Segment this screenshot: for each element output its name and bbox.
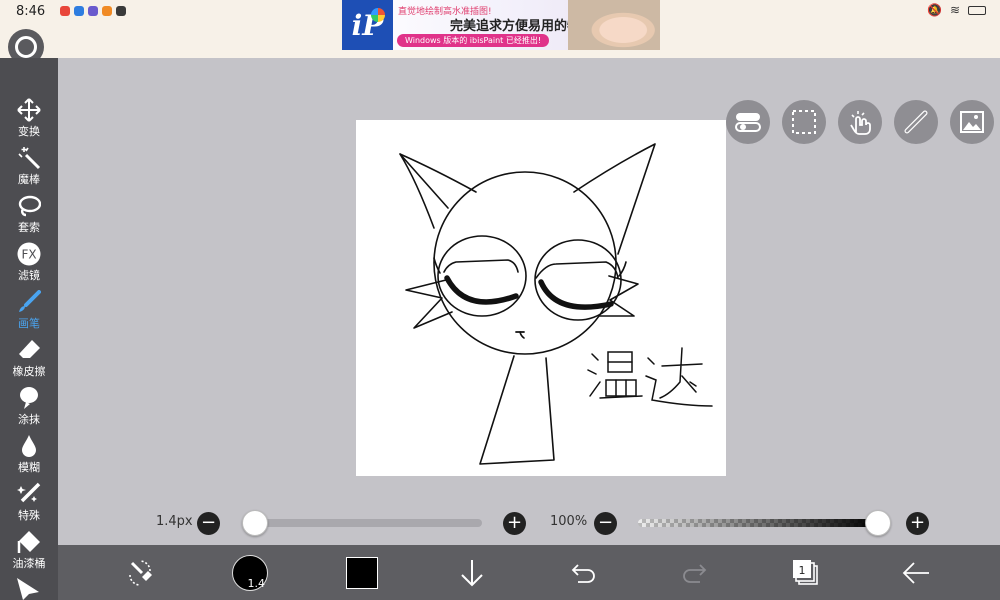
brush-size-slider-knob[interactable] [241, 510, 268, 536]
drawing-canvas[interactable] [356, 120, 726, 476]
notification-icons [60, 6, 126, 16]
tool-eraser[interactable]: 橡皮擦 [0, 336, 58, 384]
smudge-icon [20, 387, 38, 409]
tool-brush[interactable]: 画笔 [0, 288, 58, 336]
hand-touch-icon [850, 111, 871, 135]
ruler-icon [904, 110, 928, 134]
tool-transform[interactable]: 变换 [0, 96, 58, 144]
app-notification-icon [102, 6, 112, 16]
undo-button[interactable] [564, 554, 604, 592]
mute-icon: 🔕 [926, 3, 942, 17]
move-down-button[interactable] [452, 554, 492, 592]
ad-illustration [568, 0, 660, 50]
undo-icon [571, 564, 595, 583]
opacity-increase-button[interactable]: + [906, 512, 929, 535]
toggle-icon [735, 113, 761, 132]
reference-image-button[interactable] [950, 100, 994, 144]
svg-text:1: 1 [799, 564, 806, 577]
clock: 8:46 [16, 4, 46, 19]
tool-label: 套索 [18, 221, 40, 234]
redo-icon [683, 564, 707, 583]
arrow-left-icon [902, 562, 929, 584]
brush-eraser-swap-icon [129, 560, 152, 586]
current-color-swatch [346, 557, 378, 589]
tool-label: 画笔 [18, 317, 40, 330]
tool-special[interactable]: 特殊 [0, 480, 58, 528]
tool-label: 变换 [18, 125, 40, 138]
brush-size-increase-button[interactable]: + [503, 512, 526, 535]
tool-label: 模糊 [18, 461, 40, 474]
tool-palette: 变换 魔棒 套索 FX 滤镜 画笔 橡皮擦 涂抹 模糊 特殊 油漆桶 [0, 58, 58, 600]
brush-icon [19, 290, 41, 312]
eraser-icon [19, 340, 40, 358]
tool-blur[interactable]: 模糊 [0, 432, 58, 480]
app-notification-icon [88, 6, 98, 16]
wechat-icon [116, 6, 126, 16]
redo-button[interactable] [674, 554, 714, 592]
brush-size-label: 1.4px [156, 514, 193, 529]
opacity-decrease-button[interactable]: − [594, 512, 617, 535]
tool-label: 油漆桶 [12, 557, 46, 570]
tool-label: 橡皮擦 [12, 365, 46, 378]
tool-smudge[interactable]: 涂抹 [0, 384, 58, 432]
sketch-drawing [399, 143, 713, 465]
tool-label: 特殊 [18, 509, 40, 522]
color-swatch-button[interactable] [342, 554, 382, 592]
app-notification-icon [60, 6, 70, 16]
layers-button[interactable]: 1 [786, 554, 826, 592]
layer-toggle-button[interactable] [726, 100, 770, 144]
selection-button[interactable] [782, 100, 826, 144]
lasso-icon [18, 195, 41, 217]
layers-icon: 1 [793, 560, 818, 585]
ibispaint-logo: iP [342, 0, 393, 50]
brush-preview-circle: 1.4 [232, 555, 268, 591]
battery-icon [968, 6, 986, 15]
brush-size-track[interactable] [250, 519, 482, 527]
tool-filter[interactable]: FX 滤镜 [0, 240, 58, 288]
brush-size-decrease-button[interactable]: − [197, 512, 220, 535]
back-button[interactable] [896, 554, 936, 592]
image-icon [960, 111, 984, 133]
tool-label: 魔棒 [18, 173, 40, 186]
sparkle-pen-icon [17, 482, 41, 503]
tool-magic-wand[interactable]: 魔棒 [0, 144, 58, 192]
svg-text:FX: FX [21, 248, 36, 262]
arrow-down-icon [461, 560, 483, 587]
tool-label: 滤镜 [18, 269, 40, 282]
paint-bucket-icon [17, 531, 40, 553]
bottom-toolbar: 1.4 1 [58, 545, 1000, 600]
tool-label: 涂抹 [18, 413, 40, 426]
touch-button[interactable] [838, 100, 882, 144]
select-arrow-icon[interactable] [15, 578, 43, 600]
ad-subline: Windows 版本的 ibisPaint 已经推出! [397, 34, 550, 47]
system-icons: 🔕 ≋ [927, 3, 986, 17]
brush-preview-button[interactable]: 1.4 [230, 554, 270, 592]
opacity-track[interactable] [638, 519, 878, 527]
magic-wand-icon [18, 147, 41, 170]
move-arrows-icon [17, 98, 41, 122]
blur-drop-icon [22, 435, 36, 457]
tool-fill[interactable]: 油漆桶 [0, 528, 58, 576]
wifi-icon: ≋ [949, 3, 960, 17]
app-notification-icon [74, 6, 84, 16]
tool-swap-button[interactable] [120, 554, 160, 592]
brush-preview-size: 1.4 [247, 577, 266, 590]
signature [587, 347, 713, 407]
opacity-slider-knob[interactable] [865, 510, 891, 536]
ruler-button[interactable] [894, 100, 938, 144]
opacity-label: 100% [550, 514, 588, 529]
tool-lasso[interactable]: 套索 [0, 192, 58, 240]
ad-banner[interactable]: iP 直觉地绘制高水准插图! 完美追求方便易用的特点! Windows 版本的 … [342, 0, 660, 50]
selection-rect-icon [792, 110, 816, 134]
fx-icon: FX [17, 242, 41, 266]
